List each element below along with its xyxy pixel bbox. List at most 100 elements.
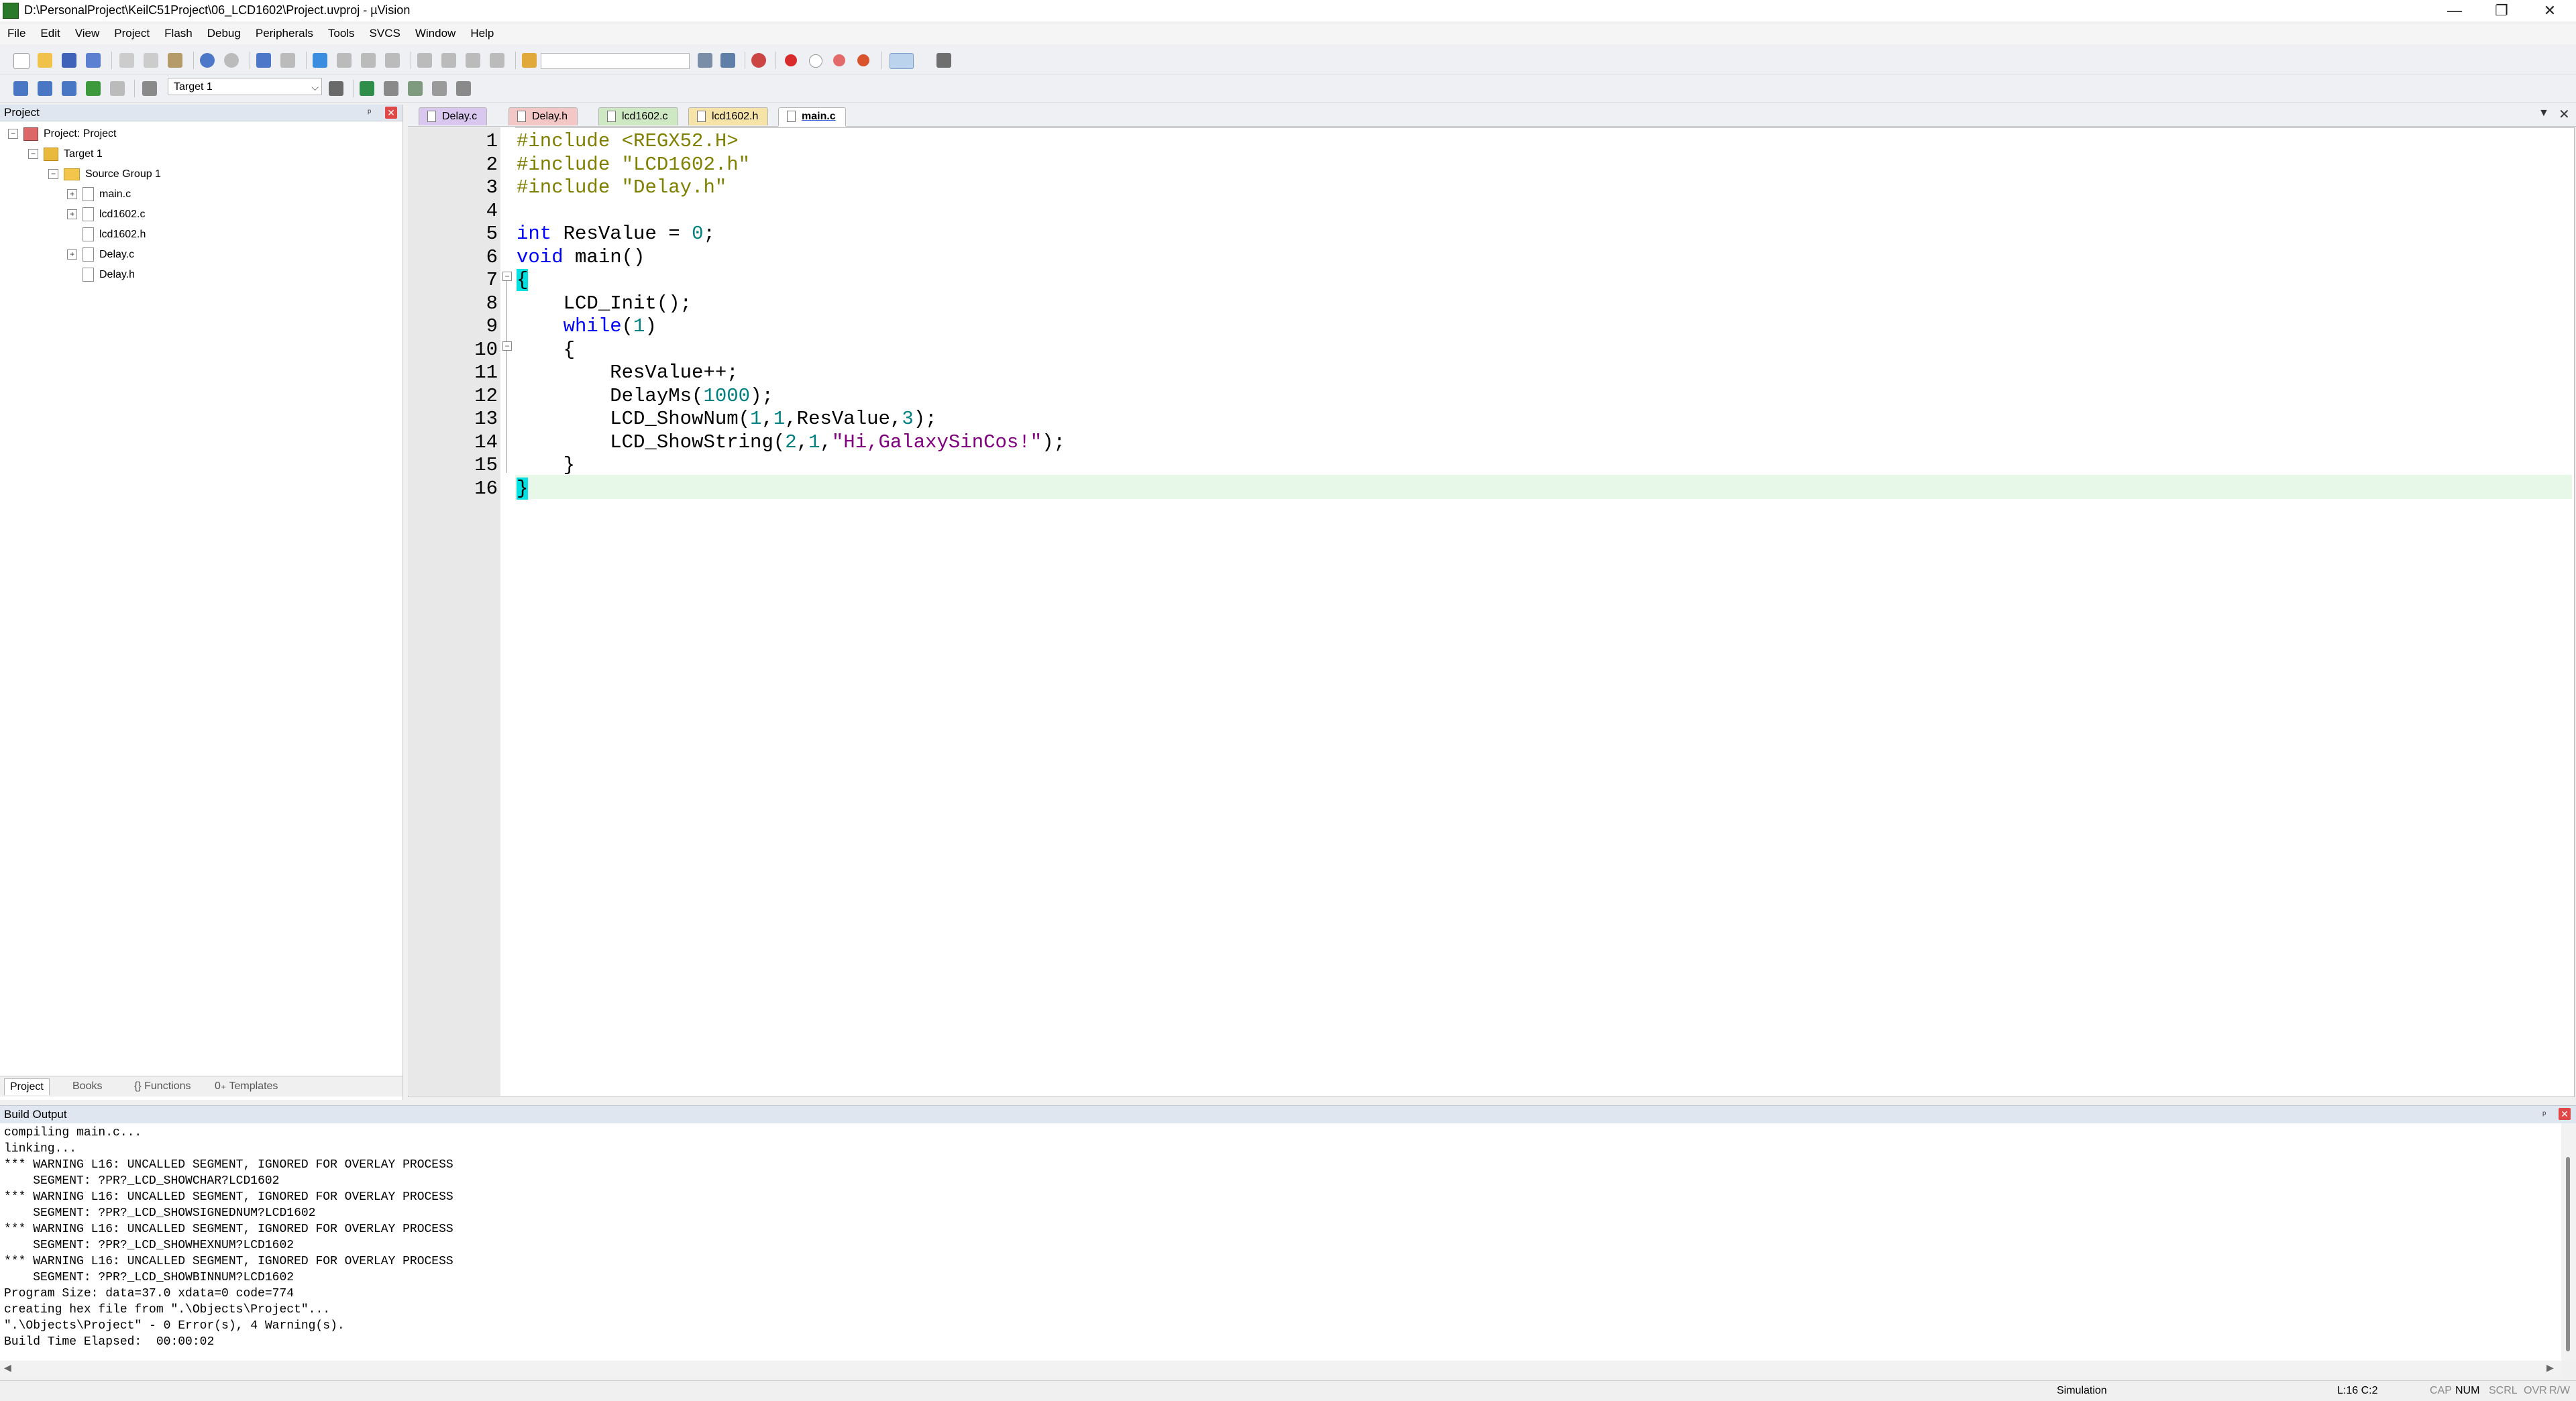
indent-icon[interactable] <box>417 53 432 68</box>
find-in-files-icon[interactable] <box>522 53 537 68</box>
tab-functions[interactable]: {} Functions <box>129 1078 197 1095</box>
menu-flash[interactable]: Flash <box>157 24 200 44</box>
scroll-right-icon[interactable]: ▶ <box>2546 1362 2554 1374</box>
menu-project[interactable]: Project <box>107 24 157 44</box>
clear-bookmarks-icon[interactable] <box>385 53 400 68</box>
editor-tab-delay-c[interactable]: Delay.c <box>419 107 488 125</box>
save-icon[interactable] <box>62 53 76 68</box>
collapse-icon[interactable]: − <box>28 149 38 160</box>
breakpoint-icon[interactable] <box>785 54 797 66</box>
code-editor[interactable] <box>408 127 2575 1097</box>
file-icon <box>697 111 706 122</box>
menu-window[interactable]: Window <box>408 24 463 44</box>
bookmark-icon[interactable] <box>313 53 327 68</box>
tab-project[interactable]: Project <box>4 1078 50 1095</box>
translate-icon[interactable] <box>13 81 28 96</box>
menu-help[interactable]: Help <box>463 24 501 44</box>
comment-icon[interactable] <box>466 53 480 68</box>
pin-icon[interactable]: ᵖ <box>368 107 371 117</box>
menu-debug[interactable]: Debug <box>200 24 248 44</box>
close-project-panel-button[interactable]: ✕ <box>385 107 397 119</box>
editor-tab-lcd1602-c[interactable]: lcd1602.c <box>598 107 678 125</box>
disable-breakpoint-icon[interactable] <box>809 54 822 68</box>
expand-icon[interactable]: + <box>67 249 77 260</box>
manage-rte-icon[interactable] <box>408 81 423 96</box>
menu-svcs[interactable]: SVCS <box>362 24 408 44</box>
line-number: 2 <box>486 153 498 176</box>
pin-icon[interactable]: ᵖ <box>2542 1109 2546 1119</box>
build-output-horizontal-scrollbar[interactable]: ◀ ▶ <box>0 1361 2561 1376</box>
paste-icon[interactable] <box>168 53 182 68</box>
stop-build-icon[interactable] <box>110 81 125 96</box>
scroll-left-icon[interactable]: ◀ <box>4 1362 11 1374</box>
menu-file[interactable]: File <box>0 24 33 44</box>
editor-tab-main-c[interactable]: main.c <box>778 107 846 127</box>
disable-all-breakpoints-icon[interactable] <box>833 54 845 66</box>
incremental-find-icon[interactable] <box>720 53 735 68</box>
uncomment-icon[interactable] <box>490 53 504 68</box>
next-bookmark-icon[interactable] <box>361 53 376 68</box>
close-build-output-button[interactable]: ✕ <box>2559 1108 2571 1120</box>
batch-build-icon[interactable] <box>86 81 101 96</box>
new-file-icon[interactable] <box>13 53 30 69</box>
project-panel <box>0 105 403 1100</box>
editor-tab-lcd1602-h[interactable]: lcd1602.h <box>688 107 769 125</box>
menu-tools[interactable]: Tools <box>321 24 362 44</box>
scrollbar-thumb[interactable] <box>2566 1157 2570 1351</box>
tab-templates[interactable]: 0₊ Templates <box>209 1078 283 1095</box>
build-output-vertical-scrollbar[interactable] <box>2561 1123 2576 1361</box>
target-options-icon[interactable] <box>329 81 343 96</box>
debug-session-icon[interactable] <box>751 53 766 68</box>
menu-peripherals[interactable]: Peripherals <box>248 24 321 44</box>
tree-file-lcd1602-h[interactable]: lcd1602.h <box>83 225 146 244</box>
close-window-button[interactable]: ✕ <box>2526 0 2573 21</box>
expand-icon[interactable]: + <box>67 209 77 220</box>
undo-icon[interactable] <box>200 53 215 68</box>
fold-toggle-icon[interactable]: − <box>502 272 512 281</box>
collapse-icon[interactable]: − <box>48 169 58 180</box>
select-packs-icon[interactable] <box>384 81 398 96</box>
kill-all-breakpoints-icon[interactable] <box>857 54 869 66</box>
tree-target[interactable]: − Target 1 <box>28 145 103 164</box>
target-select[interactable]: Target 1 ⌵ <box>168 78 322 95</box>
save-all-icon[interactable] <box>86 53 101 68</box>
tree-file-main-c[interactable]: + main.c <box>67 185 131 204</box>
window-layout-icon[interactable] <box>890 53 914 69</box>
fold-toggle-icon[interactable]: − <box>502 341 512 351</box>
find-icon[interactable] <box>698 53 712 68</box>
collapse-icon[interactable]: − <box>8 129 18 139</box>
build-icon[interactable] <box>38 81 52 96</box>
maximize-button[interactable]: ❐ <box>2478 0 2525 21</box>
cut-icon[interactable] <box>119 53 134 68</box>
configure-icon[interactable] <box>936 53 951 68</box>
editor-tab-label: Delay.h <box>532 111 568 122</box>
expand-icon[interactable]: + <box>67 189 77 200</box>
tree-file-delay-c[interactable]: + Delay.c <box>67 245 134 264</box>
tree-source-group[interactable]: − Source Group 1 <box>48 165 161 184</box>
tab-list-chevron-icon[interactable]: ▼ <box>2538 107 2549 119</box>
code-text: ; <box>703 223 715 245</box>
close-editor-button[interactable]: ✕ <box>2559 106 2570 123</box>
menu-edit[interactable]: Edit <box>33 24 67 44</box>
open-file-icon[interactable] <box>38 53 52 68</box>
pack-installer-icon[interactable] <box>456 81 471 96</box>
download-icon[interactable] <box>142 81 157 96</box>
redo-icon[interactable] <box>224 53 239 68</box>
tab-books[interactable]: Books <box>67 1078 107 1095</box>
navigate-back-icon[interactable] <box>256 53 271 68</box>
find-combo[interactable] <box>541 53 690 69</box>
tree-file-delay-h[interactable]: Delay.h <box>83 266 135 284</box>
copy-icon[interactable] <box>144 53 158 68</box>
tree-project-root[interactable]: − Project: Project <box>8 125 116 144</box>
editor-tab-delay-h[interactable]: Delay.h <box>508 107 578 125</box>
run-time-env-icon[interactable] <box>432 81 447 96</box>
build-output-pane[interactable]: compiling main.c... linking... *** WARNI… <box>0 1123 2561 1361</box>
tree-file-lcd1602-c[interactable]: + lcd1602.c <box>67 205 146 224</box>
manage-project-items-icon[interactable] <box>360 81 374 96</box>
navigate-forward-icon[interactable] <box>280 53 295 68</box>
rebuild-icon[interactable] <box>62 81 76 96</box>
minimize-button[interactable]: — <box>2431 0 2478 21</box>
menu-view[interactable]: View <box>68 24 107 44</box>
prev-bookmark-icon[interactable] <box>337 53 352 68</box>
unindent-icon[interactable] <box>441 53 456 68</box>
